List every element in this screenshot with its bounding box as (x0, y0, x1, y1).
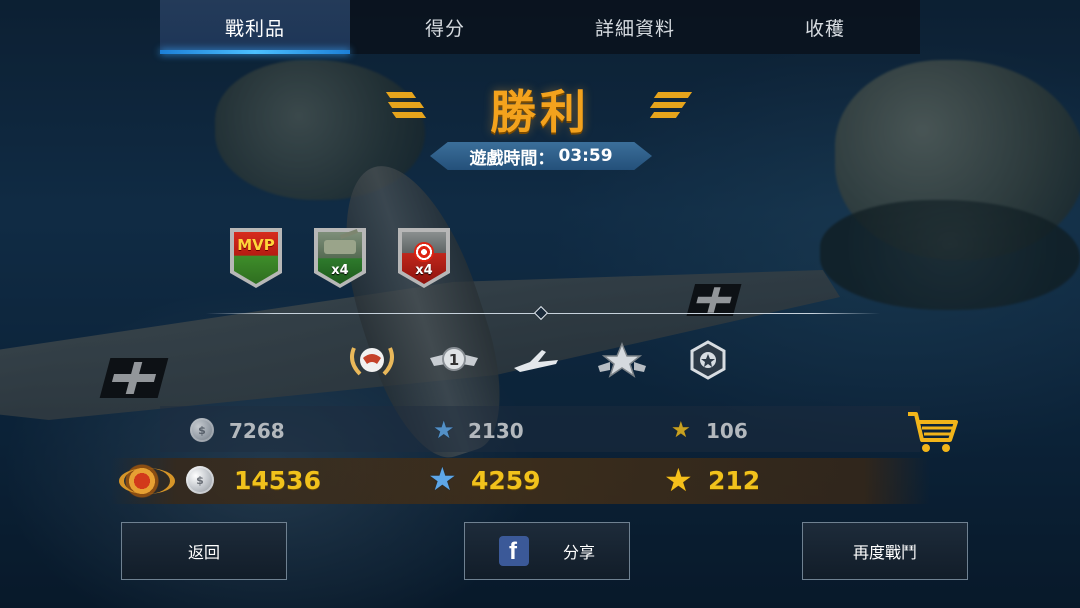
mvp-medal-icon[interactable]: MVP (230, 228, 282, 288)
total-gold-stars-value: 212 (708, 466, 761, 495)
game-time-label: 遊戲時間： (469, 148, 555, 169)
facebook-icon: f (498, 536, 529, 566)
wing-chevrons-right-icon (649, 92, 693, 122)
total-blue-stars-value: 4259 (471, 466, 541, 495)
blue-star-icon: ★ (433, 416, 455, 444)
share-button-label: 分享 (562, 543, 595, 562)
back-button[interactable]: 返回 (121, 522, 287, 580)
total-silver-value: 14536 (234, 466, 321, 495)
silver-coin-icon (186, 466, 214, 494)
game-time-value: 03:59 (558, 146, 613, 166)
hexagon-star-badge-icon[interactable] (682, 340, 734, 380)
target-hit-medal-icon[interactable]: x4 (398, 228, 450, 288)
base-blue-stars-value: 2130 (468, 419, 524, 443)
rank-emblem-icon (119, 462, 175, 500)
shopping-cart-icon[interactable] (906, 410, 960, 454)
wing-chevrons-left-icon (385, 92, 427, 122)
star-ribbon-badge-icon[interactable] (596, 340, 648, 380)
wreath-eagle-badge-icon[interactable] (346, 340, 398, 380)
tab-details[interactable]: 詳細資料 (540, 0, 730, 54)
plane-badge-icon[interactable] (510, 340, 562, 380)
tab-harvest[interactable]: 收穫 (730, 0, 920, 54)
victory-title: 勝利 (490, 85, 590, 139)
mvp-medal-label: MVP (237, 236, 275, 254)
back-button-label: 返回 (187, 543, 220, 562)
silver-coin-icon (190, 418, 214, 442)
base-silver-value: 7268 (229, 419, 285, 443)
tank-kill-count: x4 (331, 263, 349, 278)
rank-1-wings-badge-icon[interactable]: 1 (428, 340, 480, 380)
game-time-banner: 遊戲時間： 03:59 (430, 142, 652, 170)
target-hit-count: x4 (415, 263, 433, 278)
gold-star-icon: ★ (671, 418, 691, 443)
battle-again-button[interactable]: 再度戰鬥 (802, 522, 968, 580)
tank-kill-medal-icon[interactable]: x4 (314, 228, 366, 288)
tab-score[interactable]: 得分 (350, 0, 540, 54)
rank-number: 1 (449, 351, 459, 369)
results-tab-bar: 戰利品 得分 詳細資料 收穫 (160, 0, 920, 54)
battle-again-button-label: 再度戰鬥 (852, 543, 917, 562)
tab-loot[interactable]: 戰利品 (160, 0, 350, 54)
share-button[interactable]: f 分享 (464, 522, 630, 580)
base-gold-stars-value: 106 (706, 419, 748, 443)
gold-star-icon: ★ (664, 461, 693, 499)
blue-star-icon: ★ (428, 460, 457, 498)
